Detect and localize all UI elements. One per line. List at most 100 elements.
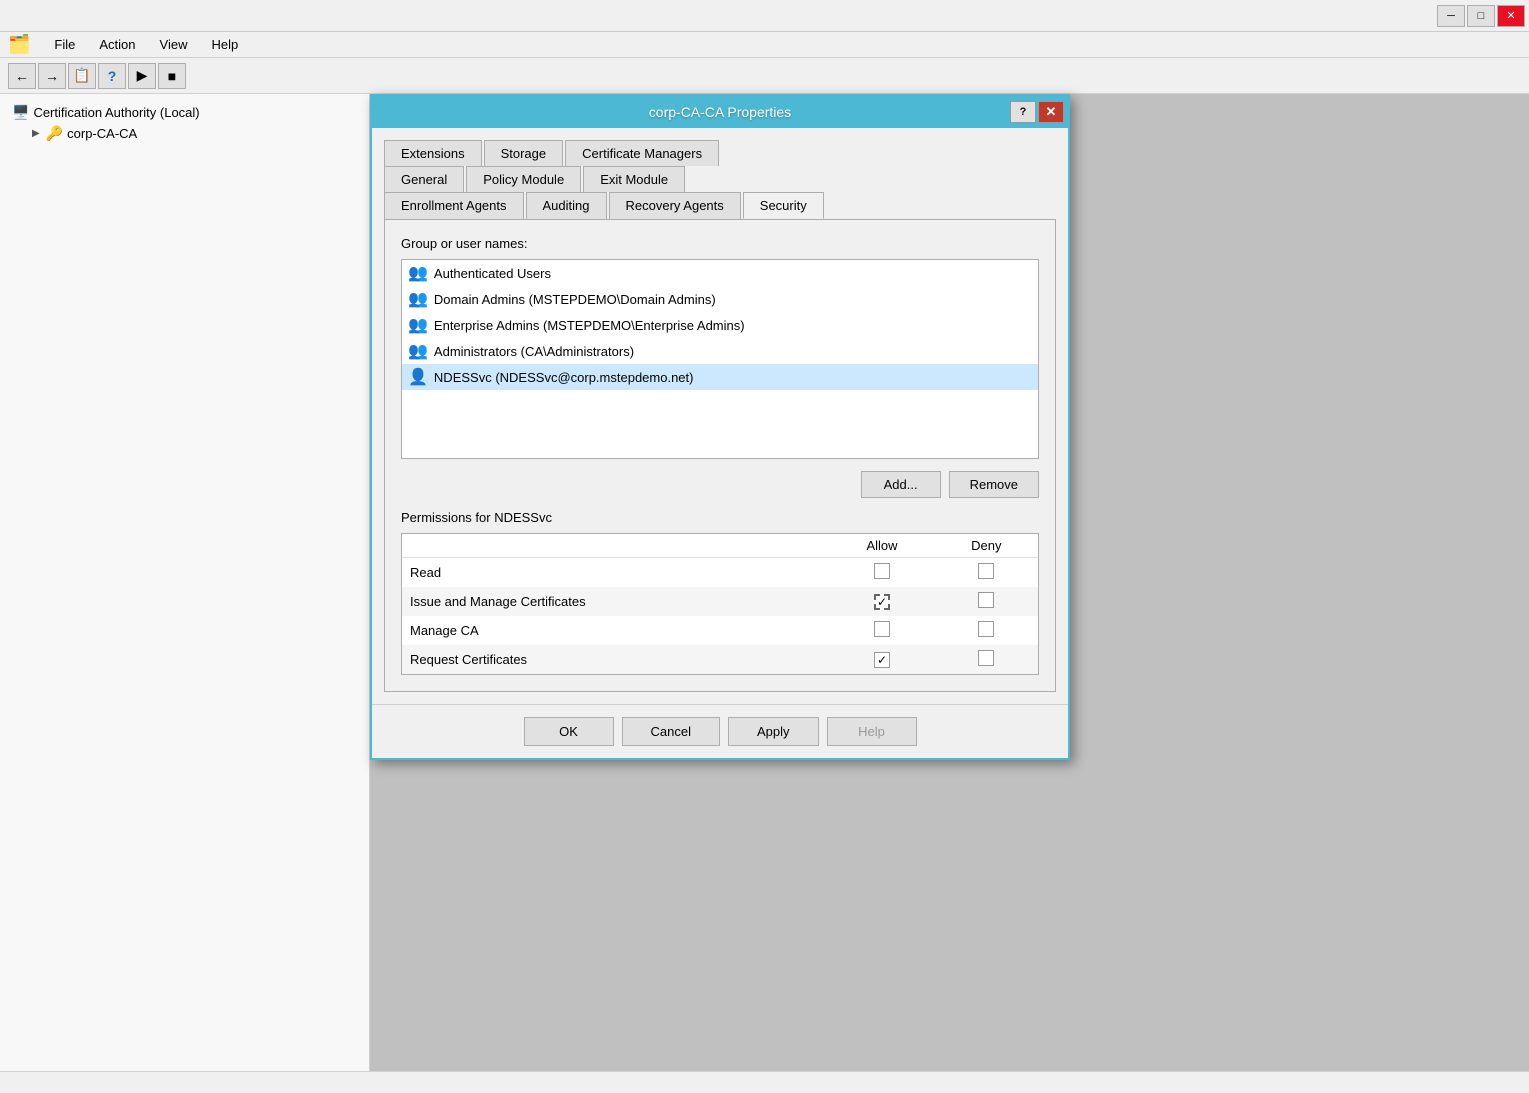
user-name-enterprise-admins: Enterprise Admins (MSTEPDEMO\Enterprise … bbox=[434, 318, 745, 333]
tab-policy-module[interactable]: Policy Module bbox=[466, 166, 581, 192]
dialog-body: Extensions Storage Certificate Managers … bbox=[372, 128, 1068, 704]
tab-storage[interactable]: Storage bbox=[484, 140, 564, 166]
perm-allow-issue-check: ✓ bbox=[877, 595, 887, 609]
remove-button[interactable]: Remove bbox=[949, 471, 1039, 498]
permissions-table: Allow Deny Read bbox=[402, 534, 1038, 674]
menu-action[interactable]: Action bbox=[95, 35, 139, 54]
dialog-help-button[interactable]: ? bbox=[1010, 101, 1036, 123]
main-minimize-button[interactable]: ─ bbox=[1437, 5, 1465, 27]
user-item-ndessvc[interactable]: 👤 NDESSvc (NDESSvc@corp.mstepdemo.net) bbox=[402, 364, 1038, 390]
add-button[interactable]: Add... bbox=[861, 471, 941, 498]
perm-name-manage-ca: Manage CA bbox=[402, 616, 830, 645]
perm-allow-read-checkbox[interactable] bbox=[874, 563, 890, 579]
perm-name-issue: Issue and Manage Certificates bbox=[402, 587, 830, 616]
perm-allow-request-check: ✓ bbox=[877, 653, 887, 667]
toolbar-forward-button[interactable]: → bbox=[38, 63, 66, 89]
perm-allow-issue[interactable]: ✓ bbox=[830, 587, 935, 616]
dialog-controls: ? ✕ bbox=[1010, 101, 1064, 123]
menu-view[interactable]: View bbox=[156, 35, 192, 54]
tab-extensions[interactable]: Extensions bbox=[384, 140, 482, 166]
perm-col-header-name bbox=[402, 534, 830, 558]
tree-root-item[interactable]: 🖥️ Certification Authority (Local) bbox=[8, 102, 361, 123]
tree-expand-icon: ▶ bbox=[32, 128, 40, 139]
tab-auditing[interactable]: Auditing bbox=[526, 192, 607, 219]
tree-root-icon: 🖥️ bbox=[12, 104, 29, 121]
app-icon: 🗂️ bbox=[8, 34, 30, 55]
tab-enrollment-agents[interactable]: Enrollment Agents bbox=[384, 192, 524, 219]
menu-bar: 🗂️ File Action View Help bbox=[0, 32, 1529, 58]
perm-row-request: Request Certificates ✓ bbox=[402, 645, 1038, 674]
users-list[interactable]: 👥 Authenticated Users 👥 Domain Admins (M… bbox=[401, 259, 1039, 459]
user-name-authenticated: Authenticated Users bbox=[434, 266, 551, 281]
main-titlebar: ─ □ ✕ bbox=[0, 0, 1529, 32]
user-item-enterprise-admins[interactable]: 👥 Enterprise Admins (MSTEPDEMO\Enterpris… bbox=[402, 312, 1038, 338]
perm-row-manage-ca: Manage CA bbox=[402, 616, 1038, 645]
tab-recovery-agents[interactable]: Recovery Agents bbox=[609, 192, 741, 219]
tabs-row-2: General Policy Module Exit Module bbox=[384, 166, 1056, 192]
user-name-domain-admins: Domain Admins (MSTEPDEMO\Domain Admins) bbox=[434, 292, 716, 307]
perm-allow-request-checkbox[interactable]: ✓ bbox=[874, 652, 890, 668]
toolbar: ← → 📋 ? ▶ ■ bbox=[0, 58, 1529, 94]
perm-allow-request[interactable]: ✓ bbox=[830, 645, 935, 674]
toolbar-back-button[interactable]: ← bbox=[8, 63, 36, 89]
user-buttons-row: Add... Remove bbox=[401, 471, 1039, 498]
toolbar-stop-button[interactable]: ■ bbox=[158, 63, 186, 89]
cancel-button[interactable]: Cancel bbox=[622, 717, 720, 746]
dialog-footer: OK Cancel Apply Help bbox=[372, 704, 1068, 758]
main-close-button[interactable]: ✕ bbox=[1497, 5, 1525, 27]
tab-certificate-managers[interactable]: Certificate Managers bbox=[565, 140, 719, 166]
group-users-label: Group or user names: bbox=[401, 236, 1039, 251]
tab-exit-module[interactable]: Exit Module bbox=[583, 166, 685, 192]
user-item-authenticated[interactable]: 👥 Authenticated Users bbox=[402, 260, 1038, 286]
dialog: corp-CA-CA Properties ? ✕ Extensions Sto… bbox=[370, 94, 1070, 760]
permissions-label: Permissions for NDESSvc bbox=[401, 510, 1039, 525]
security-tab-panel: Group or user names: 👥 Authenticated Use… bbox=[384, 219, 1056, 692]
user-name-ndessvc: NDESSvc (NDESSvc@corp.mstepdemo.net) bbox=[434, 370, 694, 385]
user-item-administrators[interactable]: 👥 Administrators (CA\Administrators) bbox=[402, 338, 1038, 364]
menu-file[interactable]: File bbox=[50, 35, 79, 54]
perm-deny-manage-ca[interactable] bbox=[935, 616, 1038, 645]
tree-root-label: Certification Authority (Local) bbox=[33, 105, 199, 120]
help-footer-button: Help bbox=[827, 717, 917, 746]
content-area: 🖥️ Certification Authority (Local) ▶ 🔑 c… bbox=[0, 94, 1529, 1071]
perm-allow-manage-ca-checkbox[interactable] bbox=[874, 621, 890, 637]
perm-deny-read-checkbox[interactable] bbox=[978, 563, 994, 579]
left-panel: 🖥️ Certification Authority (Local) ▶ 🔑 c… bbox=[0, 94, 370, 1071]
perm-deny-manage-ca-checkbox[interactable] bbox=[978, 621, 994, 637]
toolbar-copy-button[interactable]: 📋 bbox=[68, 63, 96, 89]
perm-allow-issue-checkbox[interactable]: ✓ bbox=[874, 594, 890, 610]
perm-name-request: Request Certificates bbox=[402, 645, 830, 674]
dialog-titlebar: corp-CA-CA Properties ? ✕ bbox=[372, 96, 1068, 128]
perm-deny-request-checkbox[interactable] bbox=[978, 650, 994, 666]
user-icon-authenticated: 👥 bbox=[408, 263, 428, 283]
tab-security[interactable]: Security bbox=[743, 192, 824, 219]
perm-deny-request[interactable] bbox=[935, 645, 1038, 674]
user-name-administrators: Administrators (CA\Administrators) bbox=[434, 344, 634, 359]
main-maximize-button[interactable]: □ bbox=[1467, 5, 1495, 27]
perm-allow-read[interactable] bbox=[830, 558, 935, 588]
dialog-title: corp-CA-CA Properties bbox=[649, 104, 791, 120]
perm-row-read: Read bbox=[402, 558, 1038, 588]
ok-button[interactable]: OK bbox=[524, 717, 614, 746]
toolbar-run-button[interactable]: ▶ bbox=[128, 63, 156, 89]
user-item-domain-admins[interactable]: 👥 Domain Admins (MSTEPDEMO\Domain Admins… bbox=[402, 286, 1038, 312]
perm-col-header-deny: Deny bbox=[935, 534, 1038, 558]
permissions-table-container: Allow Deny Read bbox=[401, 533, 1039, 675]
perm-allow-manage-ca[interactable] bbox=[830, 616, 935, 645]
perm-deny-read[interactable] bbox=[935, 558, 1038, 588]
tab-general[interactable]: General bbox=[384, 166, 464, 192]
dialog-close-button[interactable]: ✕ bbox=[1038, 101, 1064, 123]
menu-help[interactable]: Help bbox=[207, 35, 242, 54]
status-bar bbox=[0, 1071, 1529, 1093]
user-icon-domain-admins: 👥 bbox=[408, 289, 428, 309]
apply-button[interactable]: Apply bbox=[728, 717, 819, 746]
perm-deny-issue[interactable] bbox=[935, 587, 1038, 616]
perm-deny-issue-checkbox[interactable] bbox=[978, 592, 994, 608]
user-icon-ndessvc: 👤 bbox=[408, 367, 428, 387]
toolbar-help-button[interactable]: ? bbox=[98, 63, 126, 89]
tree-child-item[interactable]: ▶ 🔑 corp-CA-CA bbox=[8, 123, 361, 144]
tabs-row-3: Enrollment Agents Auditing Recovery Agen… bbox=[384, 192, 1056, 219]
tree-child-label: corp-CA-CA bbox=[67, 126, 137, 141]
tree-child-icon: 🔑 bbox=[46, 125, 63, 142]
perm-row-issue: Issue and Manage Certificates ✓ bbox=[402, 587, 1038, 616]
